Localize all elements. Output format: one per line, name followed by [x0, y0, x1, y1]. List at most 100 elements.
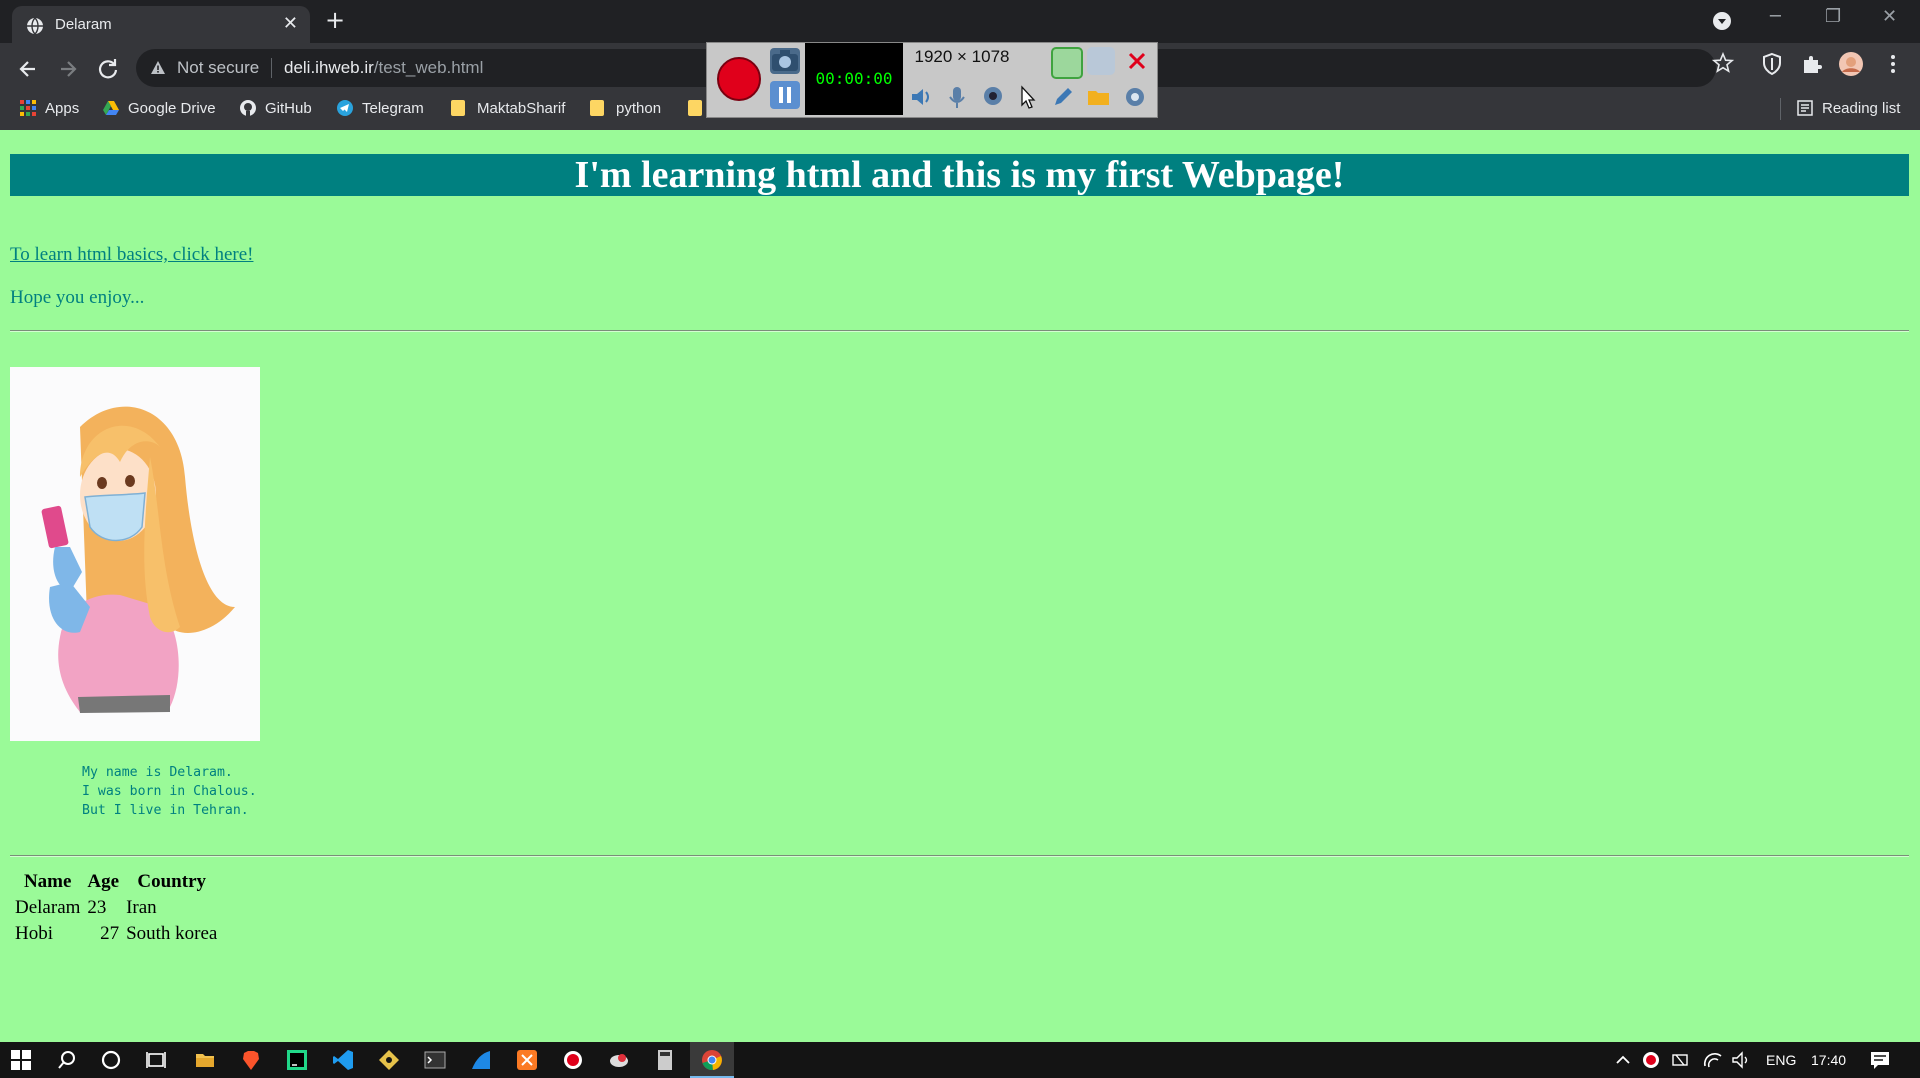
more-menu-icon[interactable]	[1881, 52, 1905, 76]
folder-icon	[590, 100, 604, 116]
webcam-icon[interactable]	[979, 83, 1007, 111]
girl-illustration-drawing	[41, 406, 235, 713]
language-indicator[interactable]: ENG	[1766, 1052, 1796, 1068]
url-path: /test_web.html	[373, 58, 484, 77]
bio-line: But I live in Tehran.	[82, 803, 249, 818]
table-header-row: Name Age Country	[13, 870, 219, 894]
bio-line: My name is Delaram.	[82, 765, 233, 780]
horizontal-rule	[10, 855, 1909, 857]
security-label[interactable]: Not secure	[177, 58, 259, 78]
cortana-icon[interactable]	[100, 1049, 122, 1071]
close-window-icon[interactable]: ✕	[1882, 6, 1897, 27]
bookmark-label: Telegram	[362, 100, 424, 117]
shield-extension-icon[interactable]	[1760, 52, 1784, 76]
blue-app-icon[interactable]	[470, 1049, 492, 1071]
cell-country: Iran	[126, 897, 157, 918]
forward-arrow-icon[interactable]	[51, 52, 85, 86]
reading-list-label: Reading list	[1822, 100, 1901, 117]
telegram-icon	[337, 100, 353, 116]
record-button[interactable]	[717, 57, 761, 101]
tray-app-icon[interactable]	[608, 1049, 630, 1071]
open-folder-icon[interactable]	[1085, 83, 1113, 111]
tab-search-icon[interactable]	[1712, 11, 1732, 31]
windows-start-icon[interactable]	[10, 1049, 32, 1071]
omnibox-divider	[271, 58, 272, 78]
girl-illustration-image	[10, 367, 260, 741]
bookmark-star-icon[interactable]	[1712, 52, 1734, 74]
restore-icon[interactable]: ❐	[1825, 6, 1841, 27]
back-arrow-icon[interactable]	[11, 52, 45, 86]
pycharm-icon[interactable]	[286, 1049, 308, 1071]
bookmark-python[interactable]: python	[590, 100, 661, 117]
capture-size: 1920 × 1078	[914, 47, 1010, 66]
google-drive-icon	[103, 101, 119, 115]
people-table: Name Age Country Delaram 23 Iran Hobi 27…	[10, 868, 222, 948]
warning-icon	[151, 61, 165, 74]
speaker-icon[interactable]	[907, 83, 935, 111]
header-age: Age	[87, 871, 120, 892]
cell-age: 23	[87, 897, 107, 918]
tab-title: Delaram	[55, 16, 112, 33]
clock-time[interactable]: 17:40	[1811, 1052, 1846, 1068]
profile-avatar[interactable]	[1839, 52, 1863, 76]
cell-name: Delaram	[15, 897, 81, 918]
bookmark-telegram[interactable]: Telegram	[337, 100, 424, 117]
bookmark-apps[interactable]: Apps	[20, 100, 79, 117]
horizontal-rule	[10, 330, 1909, 332]
camera-icon[interactable]	[770, 48, 800, 74]
brave-browser-icon[interactable]	[240, 1049, 262, 1071]
microphone-icon[interactable]	[943, 83, 971, 111]
xampp-icon[interactable]	[516, 1049, 538, 1071]
bookmark-maktabsharif[interactable]: MaktabSharif	[451, 100, 565, 117]
chevron-up-icon[interactable]	[1612, 1049, 1634, 1071]
file-explorer-icon[interactable]	[194, 1049, 216, 1071]
folder-icon	[451, 100, 465, 116]
bookmark-label: MaktabSharif	[477, 100, 566, 117]
reading-list-button[interactable]: Reading list	[1797, 100, 1900, 117]
html-basics-link[interactable]: To learn html basics, click here!	[10, 244, 253, 266]
minimize-recorder-icon[interactable]	[1087, 47, 1115, 75]
globe-icon	[27, 17, 43, 35]
notification-center-icon[interactable]	[1869, 1049, 1891, 1071]
network-tray-icon[interactable]	[1670, 1049, 1692, 1071]
bio-preformatted: My name is Delaram. I was born in Chalous…	[82, 763, 257, 820]
git-icon[interactable]	[378, 1049, 400, 1071]
bookmark-github[interactable]: GitHub	[240, 100, 312, 117]
apps-grid-icon	[20, 100, 36, 116]
volume-icon[interactable]	[1730, 1049, 1752, 1071]
cell-age: 27	[100, 923, 120, 944]
header-country: Country	[137, 871, 207, 892]
url-text[interactable]: deli.ihweb.ir/test_web.html	[284, 58, 483, 78]
github-icon	[240, 100, 256, 116]
record-tray-icon[interactable]	[1640, 1049, 1662, 1071]
recording-timer: 00:00:00	[805, 43, 903, 115]
pen-icon[interactable]	[1049, 83, 1077, 111]
vscode-icon[interactable]	[332, 1049, 354, 1071]
tab-close-icon[interactable]: ✕	[283, 15, 298, 33]
cursor-icon[interactable]	[1013, 83, 1041, 111]
bookmarks-divider	[1780, 98, 1781, 120]
tab-delaram[interactable]: Delaram ✕	[12, 6, 310, 43]
chrome-icon[interactable]	[701, 1049, 723, 1071]
cell-name: Hobi	[15, 923, 53, 944]
windows-taskbar: ENG 17:40	[0, 1042, 1920, 1078]
recorder-app-icon[interactable]	[562, 1049, 584, 1071]
search-icon[interactable]	[56, 1049, 78, 1071]
folder-icon	[688, 100, 702, 116]
settings-gear-icon[interactable]	[1121, 83, 1149, 111]
calculator-icon[interactable]	[654, 1049, 676, 1071]
close-recorder-icon[interactable]	[1123, 47, 1151, 75]
new-tab-button[interactable]: +	[325, 8, 345, 32]
terminal-icon[interactable]	[424, 1049, 446, 1071]
region-icon[interactable]	[1051, 47, 1083, 79]
wifi-icon[interactable]	[1702, 1049, 1724, 1071]
page-heading: I'm learning html and this is my first W…	[10, 154, 1909, 196]
puzzle-extensions-icon[interactable]	[1800, 52, 1824, 76]
table-row: Delaram 23 Iran	[13, 896, 219, 920]
bookmark-label: Apps	[45, 100, 80, 117]
bookmark-google-drive[interactable]: Google Drive	[103, 100, 216, 117]
minimize-icon[interactable]: ─	[1770, 6, 1781, 27]
reload-icon[interactable]	[91, 52, 125, 86]
task-view-icon[interactable]	[145, 1049, 167, 1071]
pause-icon[interactable]	[770, 81, 800, 109]
